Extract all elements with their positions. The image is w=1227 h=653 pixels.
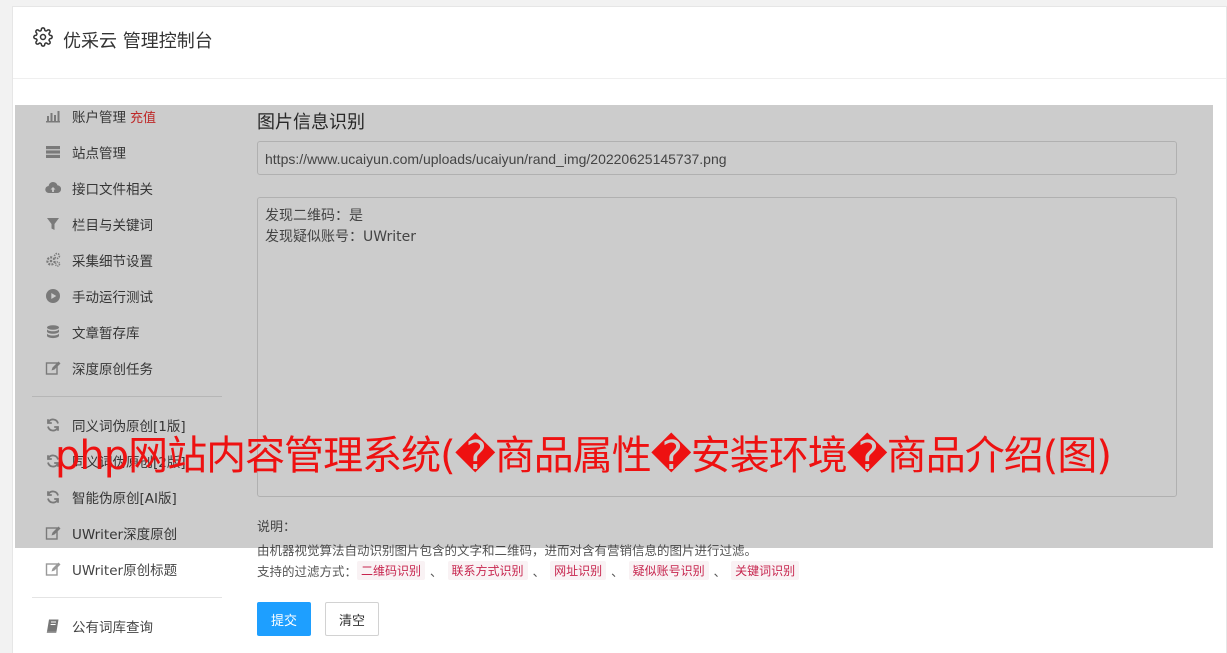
- book-icon: [44, 617, 62, 635]
- filter-separator: 、: [713, 564, 727, 579]
- sidebar-item-uwriter-title[interactable]: UWriter原创标题: [32, 555, 222, 583]
- filter-tag-qrcode: 二维码识别: [357, 561, 426, 580]
- sidebar-item-label: UWriter原创标题: [72, 563, 178, 579]
- filter-tag-url: 网址识别: [550, 561, 607, 580]
- sidebar-divider: [32, 597, 222, 598]
- sidebar-item-public-lexicon[interactable]: 公有词库查询: [32, 612, 222, 640]
- sidebar-item-label: 公有词库查询: [72, 620, 153, 636]
- filter-separator: 、: [532, 564, 546, 579]
- filter-separator: 、: [611, 564, 624, 579]
- filter-separator: 、: [430, 564, 443, 579]
- filter-methods: 支持的过滤方式： 二维码识别 、 联系方式识别 、 网址识别 、 疑似账号识别 …: [257, 561, 800, 580]
- overlay-mask: [15, 105, 1213, 548]
- gear-icon: [33, 27, 53, 47]
- clear-button[interactable]: 清空: [325, 602, 379, 636]
- filter-tag-keyword: 关键词识别: [731, 561, 800, 580]
- watermark-title: php网站内容管理系统(�商品属性�安装环境�商品介绍(图): [55, 433, 1112, 479]
- filter-tag-account: 疑似账号识别: [628, 561, 709, 580]
- submit-button[interactable]: 提交: [257, 602, 311, 636]
- edit-icon: [44, 560, 62, 578]
- page-title: 优采云 管理控制台: [63, 31, 213, 52]
- card-header: 优采云 管理控制台: [13, 7, 1226, 79]
- filter-label: 支持的过滤方式：: [257, 564, 358, 579]
- filter-tag-contact: 联系方式识别: [447, 561, 528, 580]
